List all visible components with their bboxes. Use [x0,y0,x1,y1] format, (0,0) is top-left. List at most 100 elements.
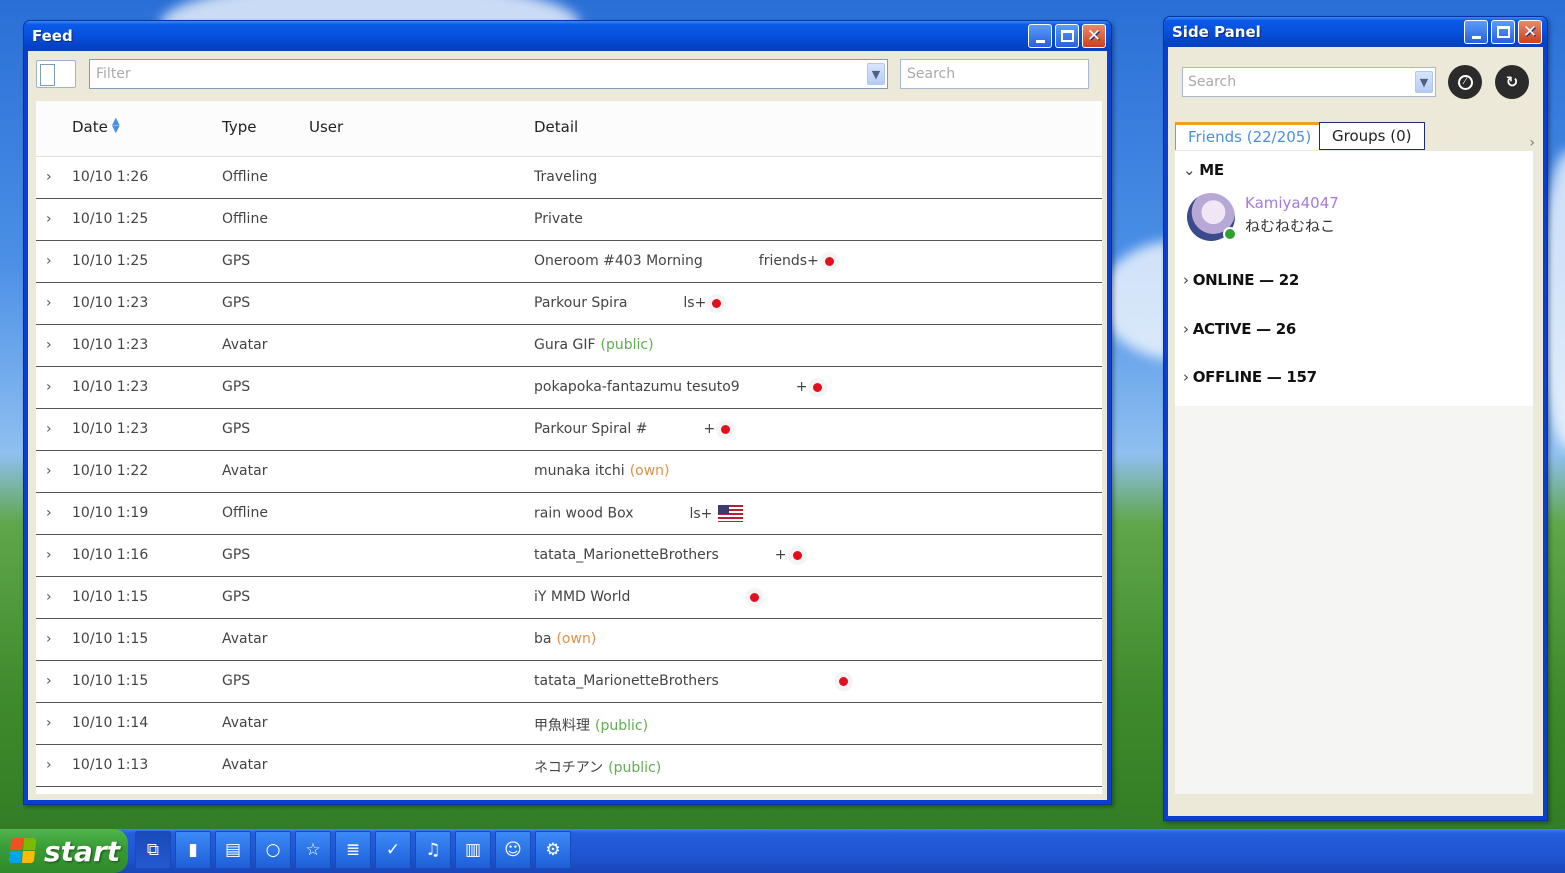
favorites-icon[interactable]: ☆ [295,831,331,869]
cell-date: 10/10 1:23 [72,337,149,353]
close-button[interactable]: ✕ [1518,20,1542,44]
cell-type: GPS [222,253,251,269]
notifications-icon[interactable]: ♫ [415,831,451,869]
table-row[interactable]: › 10/10 1:25 GPS Oneroom #403 Morning friend… [36,241,1102,283]
tab-groups[interactable]: Groups (0) [1319,122,1425,150]
cell-detail[interactable]: rain wood Box ls+ [534,505,744,522]
expand-row-icon[interactable]: › [46,589,52,605]
expand-row-icon[interactable]: › [46,463,52,479]
filter-select[interactable]: Filter ▼ [89,59,888,89]
group-header-me[interactable]: ⌄ ME [1183,161,1224,179]
cell-detail[interactable]: ba (own) [534,631,596,647]
minimize-button[interactable] [1028,24,1052,48]
region-jp-flag-icon [792,550,802,560]
filter-toggle-checkbox[interactable] [36,60,76,88]
start-button[interactable]: start [0,829,128,873]
table-row[interactable]: › 10/10 1:26 Offline Traveling [36,157,1102,199]
username[interactable]: Kamiya4047 [1245,194,1339,212]
group-header-offline[interactable]: › OFFLINE — 157 [1183,368,1317,386]
table-row[interactable]: › 10/10 1:23 GPS Parkour Spiral # + [36,409,1102,451]
charts-icon[interactable]: ▮ [175,831,211,869]
compass-button[interactable]: ⁄ [1448,65,1482,99]
cell-type: GPS [222,547,251,563]
table-row[interactable]: › 10/10 1:25 Offline Private [36,199,1102,241]
moderation-icon[interactable]: ✓ [375,831,411,869]
column-header-detail[interactable]: Detail [534,118,578,136]
table-row[interactable]: › 10/10 1:14 Avatar 甲魚料理 (public) [36,703,1102,745]
cell-detail[interactable]: iY MMD World [534,589,760,605]
cell-detail[interactable]: Parkour Spiral # + [534,421,731,437]
cell-type: Avatar [222,757,268,773]
chevron-right-icon[interactable]: › [1529,135,1535,151]
column-header-user[interactable]: User [309,118,343,136]
table-row[interactable]: › 10/10 1:16 GPS tatata_MarionetteBrothers + [36,535,1102,577]
maximize-button[interactable] [1491,20,1515,44]
friend-search-select[interactable]: Search ▼ [1182,67,1436,97]
expand-row-icon[interactable]: › [46,547,52,563]
cell-detail[interactable]: tatata_MarionetteBrothers [534,673,848,689]
feed-icon[interactable]: ⧉ [135,831,171,869]
search-input[interactable]: Search [900,59,1089,89]
cell-detail[interactable]: 甲魚料理 (public) [534,715,648,735]
sort-icon[interactable]: ▲ ▼ [112,117,120,135]
close-button[interactable]: ✕ [1082,24,1106,48]
cell-detail[interactable]: pokapoka-fantazumu tesuto9 + [534,379,823,395]
expand-row-icon[interactable]: › [46,169,52,185]
cell-detail[interactable]: Traveling [534,169,597,185]
tab-friends[interactable]: Friends (22/205) [1175,122,1325,150]
region-jp-flag-icon [838,676,848,686]
cell-detail[interactable]: ネコチアン (public) [534,757,661,777]
table-row[interactable]: › 10/10 1:23 GPS Parkour Spira ls+ [36,283,1102,325]
expand-row-icon[interactable]: › [46,673,52,689]
settings-icon[interactable]: ⚙ [535,831,571,869]
user-status-text: ねむねむねこ [1245,217,1336,235]
cell-detail[interactable]: Gura GIF (public) [534,337,654,353]
cell-detail[interactable]: Oneroom #403 Morning friends+ [534,253,834,269]
expand-row-icon[interactable]: › [46,631,52,647]
instance-access-text: ls+ [683,295,707,311]
column-header-type[interactable]: Type [222,118,256,136]
visibility-tag: (own) [629,463,670,479]
refresh-button[interactable]: ↻ [1495,65,1529,99]
group-header-active[interactable]: › ACTIVE — 26 [1183,320,1296,338]
feed-titlebar[interactable]: Feed ✕ [24,21,1111,51]
expand-row-icon[interactable]: › [46,421,52,437]
group-label: ONLINE — 22 [1192,271,1300,289]
table-row[interactable]: › 10/10 1:19 Offline rain wood Box ls+ [36,493,1102,535]
visibility-tag: (public) [608,760,662,776]
expand-row-icon[interactable]: › [46,253,52,269]
compass-icon: ⁄ [1457,74,1473,90]
search-icon[interactable]: ○ [255,831,291,869]
group-header-online[interactable]: › ONLINE — 22 [1183,271,1299,289]
cell-type: GPS [222,589,251,605]
cell-detail[interactable]: Parkour Spira ls+ [534,295,722,311]
maximize-button[interactable] [1055,24,1079,48]
expand-row-icon[interactable]: › [46,715,52,731]
expand-row-icon[interactable]: › [46,757,52,773]
table-row[interactable]: › 10/10 1:15 GPS iY MMD World [36,577,1102,619]
table-row[interactable]: › 10/10 1:15 Avatar ba (own) [36,619,1102,661]
minimize-button[interactable] [1464,20,1488,44]
library-icon[interactable]: ▥ [455,831,491,869]
table-row[interactable]: › 10/10 1:22 Avatar munaka itchi (own) [36,451,1102,493]
table-row[interactable]: › 10/10 1:23 GPS pokapoka-fantazumu tesuto9… [36,367,1102,409]
expand-row-icon[interactable]: › [46,211,52,227]
expand-row-icon[interactable]: › [46,379,52,395]
column-header-date[interactable]: Date [72,118,108,136]
expand-row-icon[interactable]: › [46,295,52,311]
notes-icon[interactable]: ▤ [215,831,251,869]
cell-detail[interactable]: Private [534,211,583,227]
expand-row-icon[interactable]: › [46,505,52,521]
table-row[interactable]: › 10/10 1:15 GPS tatata_MarionetteBrothers [36,661,1102,703]
cell-detail[interactable]: munaka itchi (own) [534,463,670,479]
table-row[interactable]: › 10/10 1:13 Avatar ネコチアン (public) [36,745,1102,787]
visibility-tag: (public) [600,337,654,353]
profile-icon[interactable]: ☺ [495,831,531,869]
expand-row-icon[interactable]: › [46,337,52,353]
log-icon[interactable]: ≣ [335,831,371,869]
chevron-down-icon[interactable]: ▼ [1415,71,1433,93]
side-panel-titlebar[interactable]: Side Panel ✕ [1164,17,1547,47]
chevron-down-icon[interactable]: ▼ [867,63,885,85]
cell-detail[interactable]: tatata_MarionetteBrothers + [534,547,802,563]
table-row[interactable]: › 10/10 1:23 Avatar Gura GIF (public) [36,325,1102,367]
